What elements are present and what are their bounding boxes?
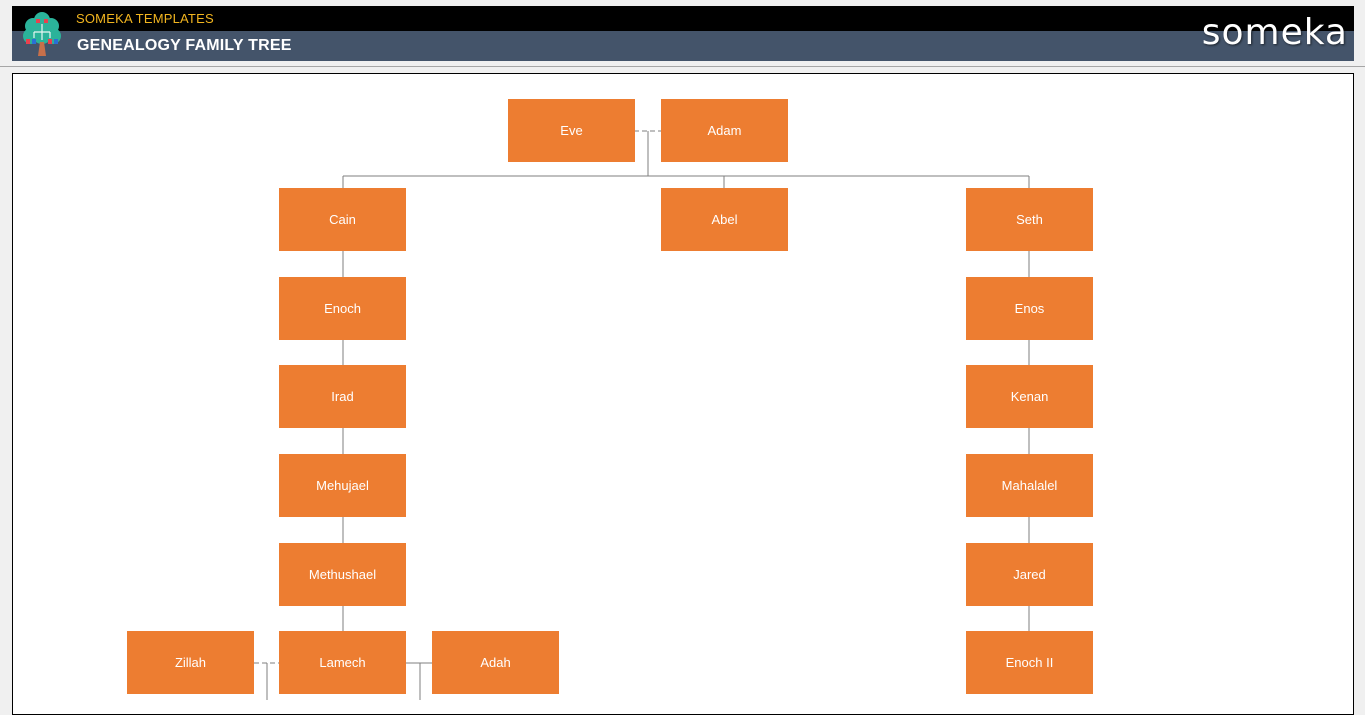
person-node-mahalalel[interactable]: Mahalalel [966, 454, 1093, 517]
person-node-enoch-ii[interactable]: Enoch II [966, 631, 1093, 694]
person-node-enos[interactable]: Enos [966, 277, 1093, 340]
person-node-kenan[interactable]: Kenan [966, 365, 1093, 428]
person-node-irad[interactable]: Irad [279, 365, 406, 428]
person-node-cain[interactable]: Cain [279, 188, 406, 251]
person-node-zillah[interactable]: Zillah [127, 631, 254, 694]
person-node-adah[interactable]: Adah [432, 631, 559, 694]
person-node-eve[interactable]: Eve [508, 99, 635, 162]
page-title: GENEALOGY FAMILY TREE [77, 37, 292, 54]
person-node-jared[interactable]: Jared [966, 543, 1093, 606]
person-node-seth[interactable]: Seth [966, 188, 1093, 251]
app-header: SOMEKA TEMPLATES GENEALOGY FAMILY TREE s… [12, 6, 1354, 61]
family-tree-canvas [12, 73, 1354, 715]
person-node-abel[interactable]: Abel [661, 188, 788, 251]
someka-logo[interactable]: someka [1202, 12, 1348, 53]
person-node-enoch[interactable]: Enoch [279, 277, 406, 340]
person-node-adam[interactable]: Adam [661, 99, 788, 162]
person-node-lamech[interactable]: Lamech [279, 631, 406, 694]
brand-label: SOMEKA TEMPLATES [76, 11, 214, 26]
person-node-methushael[interactable]: Methushael [279, 543, 406, 606]
family-tree-icon [23, 12, 61, 56]
header-divider [0, 66, 1365, 67]
person-node-mehujael[interactable]: Mehujael [279, 454, 406, 517]
